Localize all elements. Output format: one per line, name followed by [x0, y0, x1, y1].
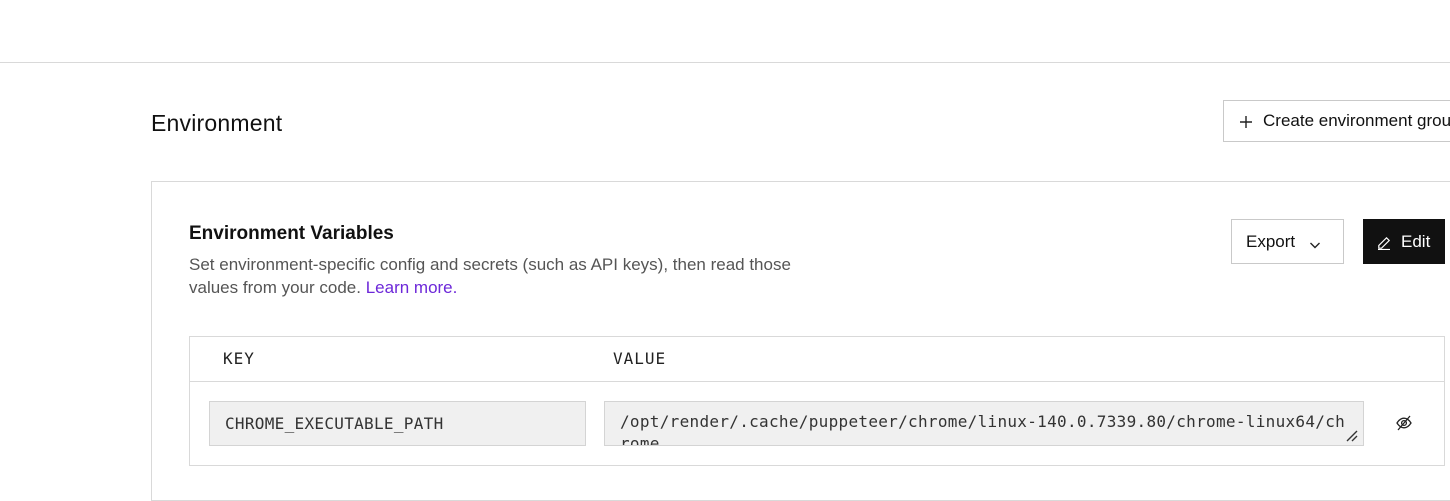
learn-more-link[interactable]: Learn more. — [366, 278, 458, 297]
page-title: Environment — [151, 110, 283, 136]
pencil-icon — [1377, 235, 1391, 250]
create-environment-group-button[interactable]: Create environment group — [1223, 100, 1450, 142]
env-vars-description-text: Set environment-specific config and secr… — [189, 255, 791, 297]
export-button[interactable]: Export — [1231, 219, 1344, 264]
env-var-value-field[interactable]: /opt/render/.cache/puppeteer/chrome/linu… — [604, 401, 1364, 446]
env-vars-description: Set environment-specific config and secr… — [189, 253, 829, 299]
create-environment-group-label: Create environment group — [1263, 111, 1450, 130]
export-label: Export — [1246, 231, 1296, 251]
plus-icon — [1239, 114, 1253, 128]
chevron-down-icon — [1309, 236, 1321, 248]
env-var-key-field[interactable]: CHROME_EXECUTABLE_PATH — [209, 401, 586, 446]
edit-label: Edit — [1401, 231, 1431, 251]
table-header: KEY VALUE — [190, 337, 1444, 382]
eye-off-icon[interactable] — [1394, 414, 1414, 432]
env-vars-title: Environment Variables — [189, 223, 394, 244]
resize-handle-icon[interactable] — [1344, 428, 1358, 442]
edit-button[interactable]: Edit — [1363, 219, 1445, 264]
column-header-value: VALUE — [613, 349, 667, 368]
top-bar — [0, 0, 1450, 63]
column-header-key: KEY — [223, 349, 255, 368]
